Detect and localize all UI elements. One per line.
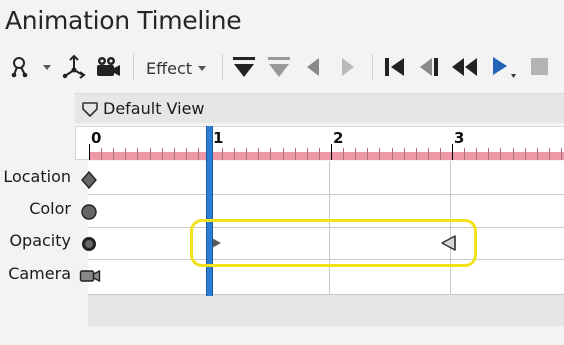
- play-icon[interactable]: [488, 54, 518, 80]
- view-bar[interactable]: Default View: [75, 93, 564, 123]
- window-title: Animation Timeline: [5, 6, 242, 35]
- ruler-minor-tick: [355, 148, 356, 160]
- track-label-opacity: Opacity: [9, 231, 71, 250]
- camera-tool-icon[interactable]: [94, 55, 122, 79]
- effect-caret-icon: [198, 65, 207, 71]
- ruler-minor-tick: [150, 148, 151, 160]
- stop-icon[interactable]: [530, 57, 550, 77]
- ruler-minor-tick: [270, 148, 271, 160]
- ruler-minor-tick: [549, 148, 550, 160]
- view-shield-icon: [82, 102, 98, 117]
- playhead[interactable]: [206, 126, 213, 296]
- ruler-minor-tick: [101, 148, 102, 160]
- ruler-minor-tick: [379, 148, 380, 160]
- ruler-minor-tick: [113, 148, 114, 160]
- effect-button-label: Effect: [146, 58, 193, 78]
- play-forward-icon[interactable]: [338, 55, 358, 79]
- play-backward-icon[interactable]: [303, 55, 323, 79]
- ruler-minor-tick: [343, 148, 344, 160]
- ruler-minor-tick: [295, 148, 296, 160]
- circle-dot-icon[interactable]: [80, 235, 98, 253]
- rig-tool-icon[interactable]: [61, 54, 87, 80]
- ruler-minor-tick: [392, 148, 393, 160]
- ruler-minor-tick: [537, 148, 538, 160]
- view-label: Default View: [103, 99, 205, 118]
- ruler-minor-tick: [198, 148, 199, 160]
- ruler-minor-tick: [440, 148, 441, 160]
- ruler-minor-tick: [162, 148, 163, 160]
- filled-down-triangle-icon[interactable]: [231, 55, 257, 79]
- effect-button[interactable]: Effect: [140, 56, 212, 80]
- ruler-minor-tick: [500, 148, 501, 160]
- ruler-minor-tick: [234, 148, 235, 160]
- previous-frame-icon[interactable]: [417, 55, 443, 79]
- dropdown-arrow-icon[interactable]: [42, 64, 52, 72]
- ruler-minor-tick: [488, 148, 489, 160]
- track-label-camera: Camera: [8, 264, 71, 283]
- camera-icon[interactable]: [79, 268, 101, 284]
- ruler-major-tick: [452, 144, 453, 160]
- ruler-minor-tick: [307, 148, 308, 160]
- ruler-minor-tick: [186, 148, 187, 160]
- ruler-major-tick: [331, 144, 332, 160]
- ruler-minor-tick: [428, 148, 429, 160]
- ruler-minor-tick: [283, 148, 284, 160]
- diamond-icon[interactable]: [80, 171, 98, 189]
- circle-icon[interactable]: [80, 203, 98, 221]
- rewind-icon[interactable]: [450, 55, 480, 79]
- ruler-ticks: [89, 144, 564, 160]
- ruler-minor-tick: [319, 148, 320, 160]
- track-label-location: Location: [3, 167, 71, 186]
- ruler-minor-tick: [476, 148, 477, 160]
- ruler-minor-tick: [464, 148, 465, 160]
- toolbar-separator: [222, 54, 223, 80]
- path-tool-icon[interactable]: [10, 55, 34, 79]
- toolbar-separator: [372, 54, 373, 80]
- track-divider: [88, 194, 564, 195]
- track-label-color: Color: [29, 199, 71, 218]
- ruler-minor-tick: [137, 148, 138, 160]
- timeline-footer: [88, 295, 564, 326]
- ruler-minor-tick: [513, 148, 514, 160]
- outline-down-triangle-icon[interactable]: [266, 55, 292, 79]
- ruler-minor-tick: [404, 148, 405, 160]
- ruler-minor-tick: [246, 148, 247, 160]
- ruler-minor-tick: [367, 148, 368, 160]
- ruler-minor-tick: [416, 148, 417, 160]
- ruler-major-tick: [89, 144, 90, 160]
- ruler-minor-tick: [174, 148, 175, 160]
- ruler-minor-tick: [525, 148, 526, 160]
- ruler-minor-tick: [125, 148, 126, 160]
- highlight-box: [190, 219, 477, 267]
- ruler-minor-tick: [561, 148, 562, 160]
- toolbar-separator: [133, 54, 134, 80]
- time-ruler[interactable]: 0 1 2 3: [75, 126, 564, 160]
- ruler-minor-tick: [222, 148, 223, 160]
- ruler-minor-tick: [258, 148, 259, 160]
- first-frame-icon[interactable]: [382, 55, 408, 79]
